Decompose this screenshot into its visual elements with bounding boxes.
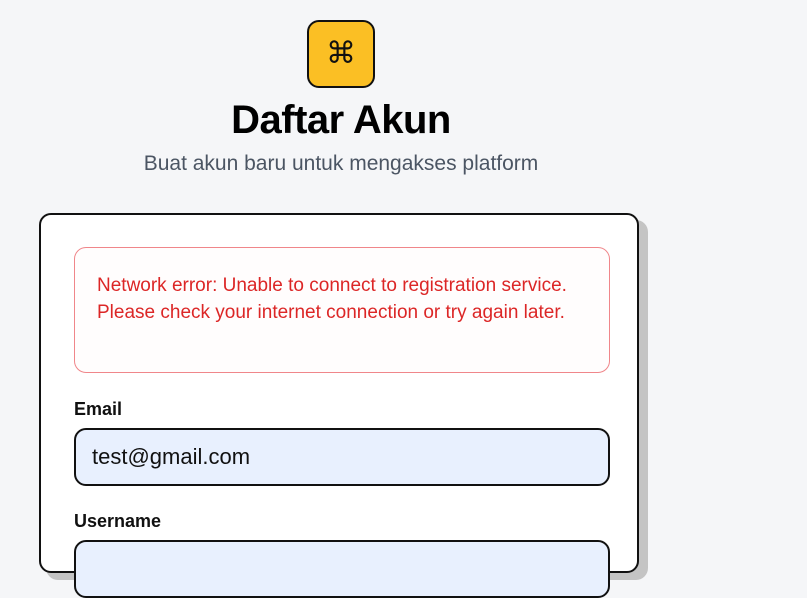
- error-message: Network error: Unable to connect to regi…: [97, 275, 567, 323]
- command-icon: ⌘: [307, 20, 375, 88]
- email-field[interactable]: [74, 428, 610, 486]
- error-alert: Network error: Unable to connect to regi…: [74, 247, 610, 373]
- page-subtitle: Buat akun baru untuk mengakses platform: [143, 152, 539, 175]
- registration-form: Network error: Unable to connect to regi…: [39, 213, 639, 598]
- email-label: Email: [74, 399, 123, 419]
- page-title: Daftar Akun: [231, 98, 451, 142]
- username-label: Username: [74, 511, 162, 531]
